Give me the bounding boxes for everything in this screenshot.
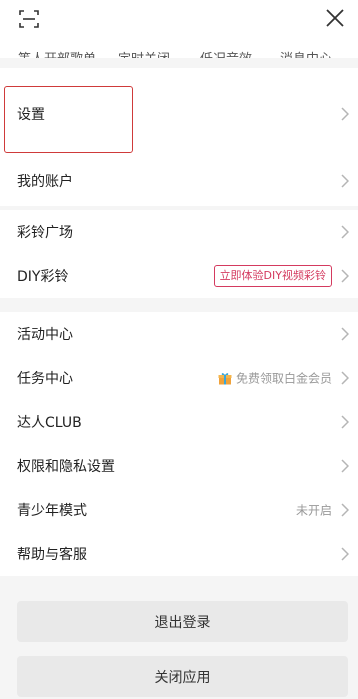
chevron-right-icon	[341, 547, 349, 561]
chevron-right-icon	[341, 503, 349, 517]
chevron-right-icon	[341, 225, 349, 239]
scan-icon[interactable]	[18, 8, 40, 30]
chevron-right-icon	[341, 415, 349, 429]
settings-row[interactable]: 设置	[0, 68, 358, 159]
chevron-right-icon	[341, 106, 349, 121]
account-row[interactable]: 我的账户	[0, 159, 358, 203]
chevron-right-icon	[341, 269, 349, 283]
chevron-right-icon	[341, 459, 349, 473]
settings-group: 设置 我的账户	[0, 68, 358, 206]
chevron-right-icon	[341, 174, 349, 188]
close-icon[interactable]	[324, 7, 346, 29]
activity-center-label: 活动中心	[17, 327, 73, 343]
privacy-row[interactable]: 权限和隐私设置	[0, 444, 358, 488]
ringtone-plaza-row[interactable]: 彩铃广场	[0, 210, 358, 254]
task-center-row[interactable]: 任务中心 免费领取白金会员	[0, 356, 358, 400]
youth-mode-status: 未开启	[295, 503, 332, 518]
privacy-label: 权限和隐私设置	[17, 459, 115, 475]
chevron-right-icon	[341, 371, 349, 385]
activity-center-row[interactable]: 活动中心	[0, 312, 358, 356]
settings-label: 设置	[17, 106, 45, 123]
chevron-right-icon	[341, 327, 349, 341]
ringtone-plaza-label: 彩铃广场	[17, 225, 73, 241]
gift-icon	[218, 372, 232, 384]
youth-mode-row[interactable]: 青少年模式 未开启	[0, 488, 358, 532]
help-label: 帮助与客服	[17, 547, 87, 563]
club-row[interactable]: 达人CLUB	[0, 400, 358, 444]
diy-ringtone-row[interactable]: DIY彩铃 立即体验DIY视频彩铃	[0, 254, 358, 298]
club-label: 达人CLUB	[17, 415, 82, 431]
help-row[interactable]: 帮助与客服	[0, 532, 358, 576]
task-center-hint-text: 免费领取白金会员	[235, 371, 332, 386]
task-center-hint: 免费领取白金会员	[218, 370, 332, 387]
logout-button[interactable]: 退出登录	[17, 601, 348, 642]
close-app-button[interactable]: 关闭应用	[17, 656, 348, 697]
center-group: 活动中心 任务中心 免费领取白金会员 达人CLUB 权限和隐私设置 青少年模式 …	[0, 312, 358, 576]
ringtone-group: 彩铃广场 DIY彩铃 立即体验DIY视频彩铃	[0, 210, 358, 298]
account-label: 我的账户	[17, 174, 73, 190]
divider	[0, 58, 358, 68]
diy-promo-badge[interactable]: 立即体验DIY视频彩铃	[213, 265, 332, 287]
